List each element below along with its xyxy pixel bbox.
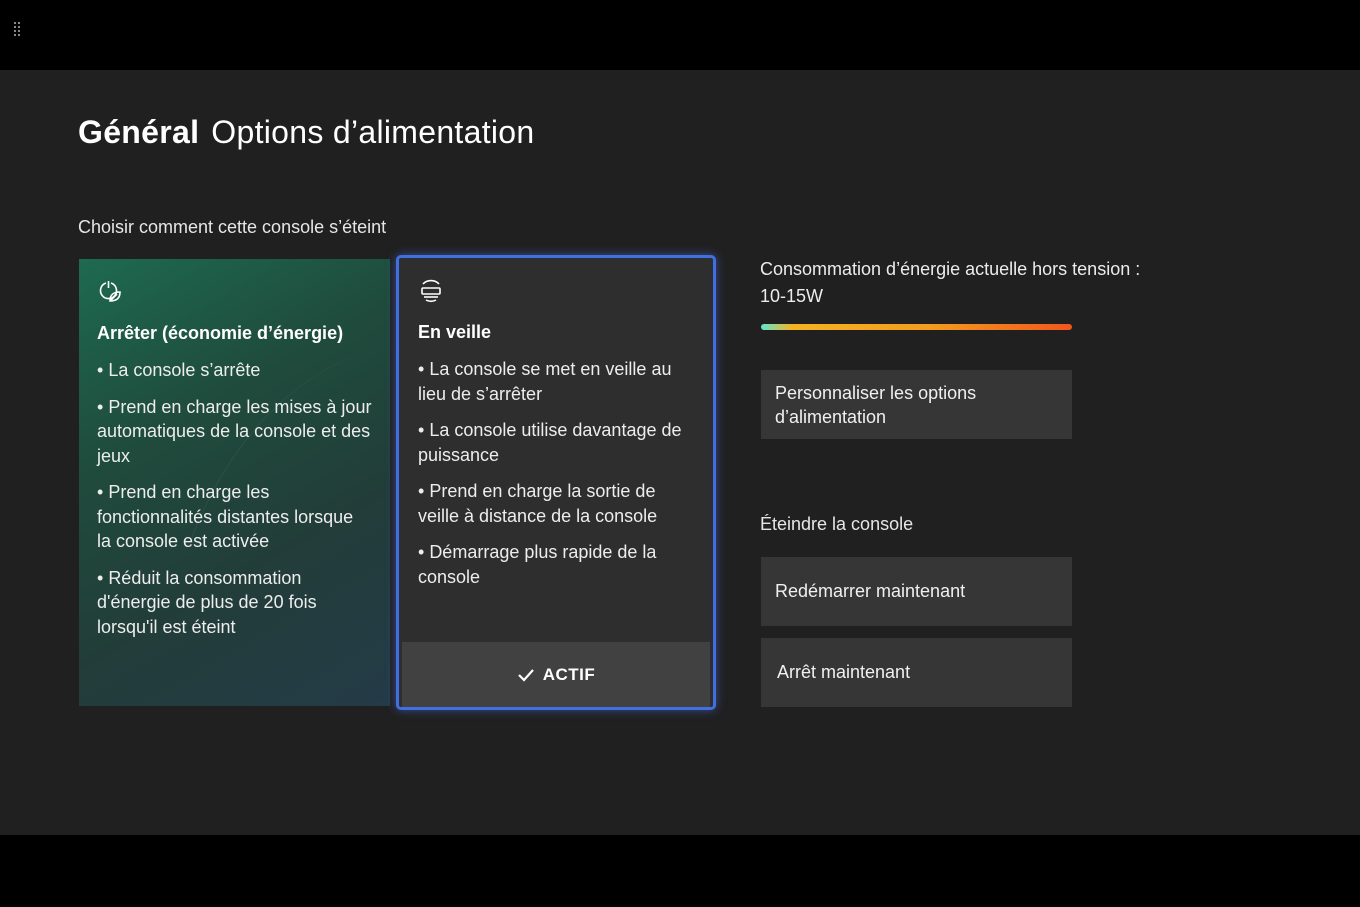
- list-item: • La console utilise davantage de puissan…: [418, 420, 682, 465]
- energy-saving-title: Arrêter (économie d’énergie): [97, 323, 344, 343]
- list-item: • Démarrage plus rapide de la console: [418, 542, 657, 587]
- shutdown-now-label: Arrêt maintenant: [777, 662, 911, 682]
- title-section: Général: [78, 114, 200, 150]
- power-consumption-label: Consommation d’énergie actuelle hors ten…: [760, 259, 1141, 279]
- active-status-text: ACTIF: [542, 664, 596, 684]
- energy-saving-features: • La console s’arrête • Prend en charge le…: [97, 358, 372, 639]
- drag-handle-icon: [14, 22, 22, 36]
- checkmark-icon: [517, 668, 534, 682]
- power-options-screen: Général Options d’alimentation Choisir co…: [0, 70, 1360, 835]
- shutdown-mode-label: Choisir comment cette console s’éteint: [78, 217, 387, 237]
- customize-power-options-label: Personnaliser les options d’alimentation: [775, 382, 977, 427]
- active-status-badge: ACTIF: [402, 642, 710, 707]
- restart-now-button[interactable]: Redémarrer maintenant: [761, 557, 1072, 626]
- energy-saving-option-card[interactable]: Arrêter (économie d’énergie) • La console…: [79, 259, 440, 706]
- list-item: • Prend en charge les mises à jour automa…: [97, 396, 372, 466]
- restart-now-label: Redémarrer maintenant: [775, 581, 966, 601]
- shutdown-now-button[interactable]: Arrêt maintenant: [761, 638, 1072, 707]
- list-item: • La console se met en veille au lieu de …: [418, 359, 672, 404]
- power-leaf-icon: [97, 279, 123, 305]
- list-item: • Réduit la consommation d'énergie de plu…: [97, 567, 317, 637]
- standby-title: En veille: [418, 322, 492, 342]
- title-page: Options d’alimentation: [211, 114, 535, 150]
- standby-option-card[interactable]: En veille • La console se met en veille a…: [396, 255, 716, 710]
- list-item: • Prend en charge les fonctionnalités dis…: [97, 482, 354, 551]
- bottom-letterbox: [0, 835, 1360, 907]
- power-consumption-value: 10-15W: [760, 286, 824, 306]
- list-item: • La console s’arrête: [97, 360, 261, 380]
- page-title: Général Options d’alimentation: [78, 114, 535, 151]
- standby-console-icon: [418, 278, 444, 304]
- power-consumption-meter: [761, 324, 1072, 330]
- customize-power-options-button[interactable]: Personnaliser les options d’alimentation: [761, 370, 1072, 439]
- shutdown-console-label: Éteindre la console: [760, 514, 914, 534]
- list-item: • Prend en charge la sortie de veille à d…: [418, 481, 658, 526]
- power-consumption-info: Consommation d’énergie actuelle hors ten…: [760, 256, 1180, 310]
- standby-features: • La console se met en veille au lieu de …: [418, 357, 695, 589]
- top-letterbox: [0, 0, 1360, 70]
